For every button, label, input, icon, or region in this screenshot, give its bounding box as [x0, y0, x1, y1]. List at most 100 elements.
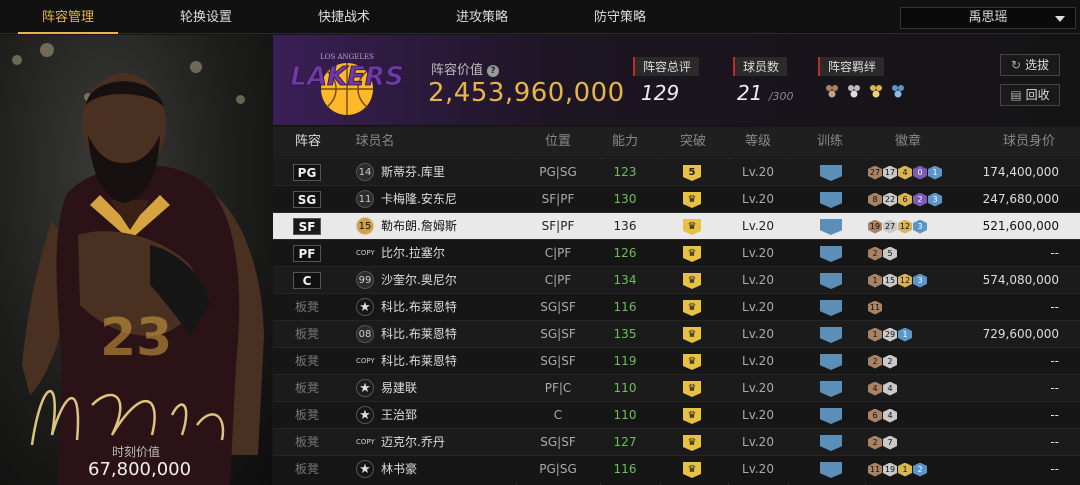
player-position: C|PF — [544, 273, 572, 287]
col-player-name: 球员名 — [355, 134, 395, 149]
featured-player-card[interactable]: 23 时刻价值 67,800,000 — [0, 35, 272, 485]
training-icon[interactable] — [820, 165, 842, 181]
svg-text:LAKERS: LAKERS — [290, 62, 403, 92]
player-name: 迈克尔.乔丹 — [381, 435, 445, 449]
badge-list[interactable]: 11 19 1 2 — [868, 456, 963, 483]
badge-icon: 5 — [883, 246, 897, 261]
training-icon[interactable] — [820, 273, 842, 289]
player-ability: 126 — [613, 246, 637, 260]
tab-lineup-management[interactable]: 阵容管理 — [8, 0, 128, 34]
bond-blue-icon[interactable] — [890, 83, 906, 99]
badge-list[interactable]: 27 — [868, 429, 963, 456]
col-lineup: 阵容 — [294, 134, 321, 149]
badge-icon: 4 — [883, 408, 897, 423]
help-icon[interactable]: ? — [487, 65, 500, 77]
lineup-bonds: 阵容羁绊 — [818, 57, 904, 98]
breakthrough-badge: ♛ — [683, 435, 701, 451]
tab-quick-tactics[interactable]: 快捷战术 — [284, 0, 404, 34]
refresh-icon: ↻ — [1010, 58, 1022, 72]
badge-icon: 3 — [913, 273, 927, 288]
training-icon[interactable] — [820, 354, 842, 370]
training-icon[interactable] — [820, 381, 842, 397]
user-dropdown[interactable]: 禹思瑶 — [900, 7, 1076, 29]
table-row[interactable]: PG 14 斯蒂芬.库里 PG|SG 123 5 Lv.20 27 17 4 0 1 174,400,0… — [273, 158, 1080, 185]
player-ability: 116 — [613, 462, 637, 476]
bench-label: 板凳 — [294, 408, 319, 422]
top-navigation: 阵容管理 轮换设置 快捷战术 进攻策略 防守策略 禹思瑶 — [0, 0, 1080, 34]
table-row[interactable]: SF 15 勒布朗.詹姆斯 SF|PF 136 ♛ Lv.20 19 27 12 3 521,600,… — [273, 212, 1080, 239]
recycle-button[interactable]: ▤ 回收 — [1000, 84, 1060, 106]
player-ability: 127 — [613, 435, 637, 449]
user-name: 禹思瑶 — [968, 10, 1008, 25]
table-row[interactable]: SG 11 卡梅隆.安东尼 SF|PF 130 ♛ Lv.20 8 22 6 2 3 247,680,0… — [273, 185, 1080, 212]
training-icon[interactable] — [820, 435, 842, 451]
star-icon: ★ — [356, 379, 374, 397]
badge-list[interactable]: 22 — [868, 348, 963, 375]
col-player-value: 球员身价 — [1002, 134, 1055, 149]
badge-list[interactable]: 44 — [868, 375, 963, 402]
training-icon[interactable] — [820, 327, 842, 343]
bond-gold-icon[interactable] — [868, 83, 884, 99]
badge-icon: 27 — [868, 165, 882, 180]
table-row[interactable]: 板凳 COPY 迈克尔.乔丹 SG|SF 127 ♛ Lv.20 2 7 -- — [273, 428, 1080, 455]
tab-offense-strategy[interactable]: 进攻策略 — [422, 0, 542, 34]
table-row[interactable]: PF COPY 比尔.拉塞尔 C|PF 126 ♛ Lv.20 2 5 -- — [273, 239, 1080, 266]
tab-defense-strategy[interactable]: 防守策略 — [560, 0, 680, 34]
lineup-value-label: 阵容价值? — [431, 59, 500, 78]
bond-silver-icon[interactable] — [846, 83, 862, 99]
position-slot-badge: PG — [293, 164, 321, 181]
player-level: Lv.20 — [742, 354, 774, 368]
position-slot-badge: PF — [293, 245, 321, 262]
table-row[interactable]: 板凳 ★ 王治郅 C 110 ♛ Lv.20 6 4 -- — [273, 401, 1080, 428]
badge-icon: 11 — [868, 300, 882, 315]
player-ability: 116 — [613, 300, 637, 314]
table-row[interactable]: 板凳 COPY 科比.布莱恩特 SG|SF 119 ♛ Lv.20 2 2 -- — [273, 347, 1080, 374]
player-name: 王治郅 — [381, 408, 418, 422]
player-position: SF|PF — [541, 219, 575, 233]
player-level: Lv.20 — [742, 462, 774, 476]
badge-list[interactable]: 27 17 4 0 1 — [868, 159, 963, 186]
badge-list[interactable]: 1 29 1 — [868, 321, 963, 348]
table-row[interactable]: 板凳 ★ 科比.布莱恩特 SG|SF 116 ♛ Lv.20 11 -- — [273, 293, 1080, 320]
bond-bronze-icon[interactable] — [824, 83, 840, 99]
training-icon[interactable] — [820, 462, 842, 478]
player-level: Lv.20 — [742, 192, 774, 206]
breakthrough-badge: ♛ — [683, 219, 701, 235]
player-position: C|PF — [544, 246, 572, 260]
breakthrough-badge: ♛ — [683, 246, 701, 262]
lineup-rating-label: 阵容总评 — [633, 57, 700, 76]
player-position: PG|SG — [539, 165, 577, 179]
training-icon[interactable] — [820, 192, 842, 208]
badge-list[interactable]: 19 27 12 3 — [868, 213, 963, 240]
badge-icon: 22 — [883, 192, 897, 207]
training-icon[interactable] — [820, 300, 842, 316]
moment-value: 67,800,000 — [88, 459, 192, 480]
col-ability: 能力 — [611, 134, 638, 149]
col-training: 训练 — [816, 134, 843, 149]
badge-list[interactable]: 1 15 12 3 — [868, 267, 963, 294]
badge-icon: 2 — [913, 462, 927, 477]
player-position: SG|SF — [540, 300, 576, 314]
tab-rotation-settings[interactable]: 轮换设置 — [146, 0, 266, 34]
training-icon[interactable] — [820, 408, 842, 424]
player-value: -- — [1050, 300, 1059, 314]
player-position: SG|SF — [540, 435, 576, 449]
table-row[interactable]: 板凳 ★ 林书豪 PG|SG 116 ♛ Lv.20 11 19 1 2 -- — [273, 455, 1080, 482]
player-name: 卡梅隆.安东尼 — [381, 192, 457, 206]
player-value: 574,080,000 — [982, 273, 1059, 287]
badge-list[interactable]: 11 — [868, 294, 963, 321]
badge-list[interactable]: 64 — [868, 402, 963, 429]
training-icon[interactable] — [820, 246, 842, 262]
badge-list[interactable]: 8 22 6 2 3 — [868, 186, 963, 213]
select-button[interactable]: ↻ 选拔 — [1000, 54, 1060, 76]
table-row[interactable]: C 99 沙奎尔.奥尼尔 C|PF 134 ♛ Lv.20 1 15 12 3 574,080,000 — [273, 266, 1080, 293]
badge-icon: 2 — [913, 192, 927, 207]
player-position: SG|SF — [540, 327, 576, 341]
table-row[interactable]: 板凳 ★ 易建联 PF|C 110 ♛ Lv.20 4 4 -- — [273, 374, 1080, 401]
player-level: Lv.20 — [742, 165, 774, 179]
training-icon[interactable] — [820, 219, 842, 235]
table-row[interactable]: 板凳 08 科比.布莱恩特 SG|SF 135 ♛ Lv.20 1 29 1 729,600,000 — [273, 320, 1080, 347]
bench-label: 板凳 — [294, 354, 319, 368]
badge-list[interactable]: 25 — [868, 240, 963, 267]
jersey-number-badge: 11 — [356, 190, 374, 208]
